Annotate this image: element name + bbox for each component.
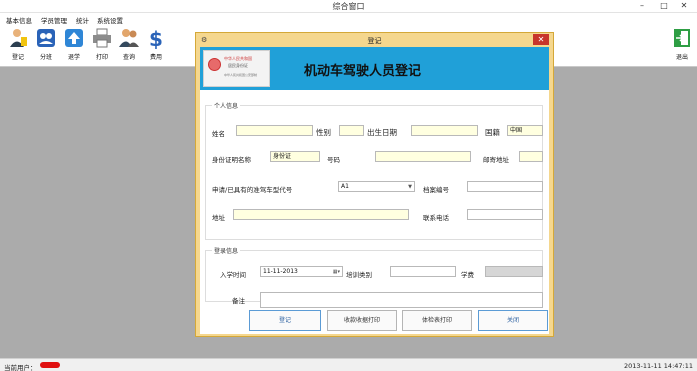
current-user-label: 当前用户： bbox=[4, 364, 37, 371]
nationality-field[interactable]: 中国 bbox=[507, 125, 543, 136]
current-user-redacted bbox=[40, 362, 60, 368]
calendar-dropdown-icon: ▦▾ bbox=[332, 269, 340, 275]
menu-system-settings[interactable]: 系统设置 bbox=[97, 15, 123, 25]
id-card-line2: 居民身份证 bbox=[228, 63, 248, 68]
gender-field[interactable] bbox=[339, 125, 364, 136]
id-number-label: 号码 bbox=[327, 156, 340, 164]
remark-field[interactable] bbox=[260, 292, 543, 308]
toolbar-dropout-button[interactable]: 退学 bbox=[62, 27, 86, 65]
mailing-address-label: 邮寄地址 bbox=[483, 156, 509, 164]
toolbar-exit-button[interactable]: 退出 bbox=[670, 27, 694, 65]
toolbar-query-button[interactable]: 查询 bbox=[117, 27, 141, 65]
remark-label: 备注 bbox=[232, 297, 245, 305]
registration-info-legend: 登录信息 bbox=[212, 246, 241, 255]
dialog-close-button[interactable]: ✕ bbox=[533, 34, 549, 45]
enroll-date-picker[interactable]: 11-11-2013 ▦▾ bbox=[260, 266, 343, 277]
id-type-field[interactable]: 身份证 bbox=[270, 151, 320, 162]
address-field[interactable] bbox=[233, 209, 409, 220]
upload-arrow-icon bbox=[65, 29, 83, 47]
phone-field[interactable] bbox=[467, 209, 543, 220]
team-icon bbox=[37, 29, 55, 47]
tuition-label: 学费 bbox=[461, 271, 474, 279]
gender-label: 性别 bbox=[316, 128, 331, 137]
close-button[interactable]: ✕ bbox=[675, 0, 693, 12]
training-type-field[interactable] bbox=[390, 266, 456, 277]
toolbar-class-button[interactable]: 分班 bbox=[34, 27, 58, 65]
id-card-image: 中华人民共和国 居民身份证 中华人民共和国公安部制 bbox=[203, 50, 270, 87]
toolbar-fee-button[interactable]: $ 费用 bbox=[144, 27, 168, 65]
birthdate-field[interactable] bbox=[411, 125, 478, 136]
name-field[interactable] bbox=[236, 125, 313, 136]
phone-label: 联系电话 bbox=[423, 214, 449, 222]
archive-number-field[interactable] bbox=[467, 181, 543, 192]
nationality-label: 国籍 bbox=[485, 128, 500, 137]
print-checkup-button[interactable]: 体检表打印 bbox=[402, 310, 472, 331]
enroll-date-value: 11-11-2013 bbox=[263, 268, 298, 275]
national-emblem-icon bbox=[208, 58, 221, 71]
menu-bar: 基本信息 学员管理 统计 系统设置 bbox=[0, 13, 697, 25]
vehicle-class-label: 申请/已具有的准驾车型代号 bbox=[212, 186, 293, 194]
birthdate-label: 出生日期 bbox=[367, 128, 397, 137]
print-receipt-button[interactable]: 收款收据打印 bbox=[327, 310, 397, 331]
banner-title: 机动车驾驶人员登记 bbox=[304, 64, 422, 79]
main-title-bar: 综合窗口 – □ ✕ bbox=[0, 0, 697, 13]
enroll-date-label: 入学时间 bbox=[220, 271, 246, 279]
register-dialog: ⚙ 登记 ✕ 中华人民共和国 居民身份证 中华人民共和国公安部制 机动车驾驶人员… bbox=[195, 32, 554, 337]
id-card-line1: 中华人民共和国 bbox=[224, 56, 252, 61]
menu-student-management[interactable]: 学员管理 bbox=[41, 15, 67, 25]
id-card-line3: 中华人民共和国公安部制 bbox=[224, 73, 258, 77]
address-label: 地址 bbox=[212, 214, 225, 222]
exit-door-icon bbox=[674, 29, 690, 47]
personal-info-legend: 个人信息 bbox=[212, 101, 241, 110]
register-button[interactable]: 登记 bbox=[249, 310, 321, 331]
toolbar-register-button[interactable]: 登记 bbox=[6, 27, 30, 65]
mailing-address-field[interactable] bbox=[519, 151, 543, 162]
chevron-down-icon: ▼ bbox=[408, 184, 412, 190]
tuition-field bbox=[485, 266, 543, 277]
archive-number-label: 档案编号 bbox=[423, 186, 449, 194]
minimize-button[interactable]: – bbox=[633, 0, 651, 12]
training-type-label: 培训类别 bbox=[346, 271, 372, 279]
vehicle-class-select[interactable]: A1 ▼ bbox=[338, 181, 415, 192]
dialog-title: 登记 bbox=[367, 37, 382, 45]
dialog-body: 中华人民共和国 居民身份证 中华人民共和国公安部制 机动车驾驶人员登记 个人信息… bbox=[200, 47, 549, 334]
close-dialog-button[interactable]: 关闭 bbox=[478, 310, 548, 331]
menu-basic-info[interactable]: 基本信息 bbox=[6, 15, 32, 25]
status-bar: 当前用户： 2013-11-11 14:47:11 bbox=[0, 358, 697, 371]
toolbar-print-button[interactable]: 打印 bbox=[90, 27, 114, 65]
status-datetime: 2013-11-11 14:47:11 bbox=[623, 362, 693, 370]
vehicle-class-value: A1 bbox=[341, 183, 349, 190]
dialog-banner: 中华人民共和国 居民身份证 中华人民共和国公安部制 机动车驾驶人员登记 bbox=[200, 47, 549, 90]
dollar-icon: $ bbox=[149, 27, 163, 49]
svg-text:$: $ bbox=[149, 27, 163, 49]
person-register-icon bbox=[10, 29, 27, 47]
name-label: 姓名 bbox=[212, 130, 225, 138]
maximize-button[interactable]: □ bbox=[655, 0, 673, 12]
id-type-label: 身份证明名称 bbox=[212, 156, 251, 164]
printer-icon bbox=[93, 28, 111, 48]
people-search-icon bbox=[119, 29, 139, 47]
window-title: 综合窗口 bbox=[332, 2, 365, 11]
id-number-field[interactable] bbox=[375, 151, 471, 162]
menu-statistics[interactable]: 统计 bbox=[76, 15, 89, 25]
dialog-title-bar[interactable]: ⚙ 登记 ✕ bbox=[196, 33, 553, 47]
